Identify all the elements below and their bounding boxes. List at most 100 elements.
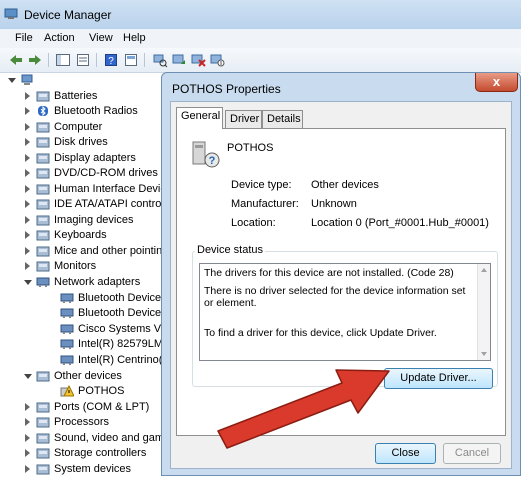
tree-item-label: Bluetooth Device ( (78, 307, 168, 319)
hid-icon (36, 184, 50, 195)
camera-icon (36, 215, 50, 226)
help-icon[interactable]: ? (103, 52, 119, 68)
menu-bar: File Action View Help (0, 29, 521, 49)
scroll-down-icon[interactable] (481, 352, 487, 356)
menu-file[interactable]: File (15, 32, 33, 44)
location-value: Location 0 (Port_#0001.Hub_#0001) (311, 217, 489, 229)
collapse-arrow-icon[interactable] (24, 374, 32, 379)
show-hide-tree-icon[interactable] (55, 52, 71, 68)
expand-arrow-icon[interactable] (25, 154, 30, 162)
dialog-body: General Driver Details ? POTHOS Device t… (170, 101, 512, 469)
status-line-1: The drivers for this device are not inst… (204, 267, 454, 279)
expand-arrow-icon[interactable] (25, 434, 30, 442)
system-devices-icon (36, 464, 50, 475)
ide-controller-icon (36, 199, 50, 210)
device-type-label: Device type: (231, 179, 292, 191)
expand-arrow-icon[interactable] (25, 231, 30, 239)
toolbar-separator (48, 53, 49, 67)
expand-arrow-icon[interactable] (25, 216, 30, 224)
unknown-device-icon: ? (192, 141, 220, 168)
tree-item-label: Imaging devices (54, 214, 134, 226)
bluetooth-icon (38, 105, 48, 117)
properties-icon[interactable] (123, 52, 139, 68)
tree-item-label: Network adapters (54, 276, 141, 288)
tab-details[interactable]: Details (262, 110, 303, 128)
expand-arrow-icon[interactable] (25, 403, 30, 411)
general-tab-panel: ? POTHOS Device type: Other devices Manu… (176, 128, 506, 436)
port-icon (36, 402, 50, 413)
expand-arrow-icon[interactable] (25, 107, 30, 115)
display-adapter-icon (36, 153, 50, 164)
svg-text:?: ? (108, 56, 114, 67)
keyboard-icon (36, 230, 50, 241)
tree-item-label: Other devices (54, 370, 122, 382)
back-arrow-icon[interactable] (8, 52, 24, 68)
computer-icon (21, 74, 33, 85)
expand-arrow-icon[interactable] (25, 465, 30, 473)
storage-icon (36, 448, 50, 459)
status-line-2: There is no driver selected for the devi… (204, 285, 466, 309)
monitor-icon (36, 261, 50, 272)
status-scrollbar[interactable] (477, 264, 490, 360)
expand-arrow-icon[interactable] (25, 92, 30, 100)
network-adapter-icon (36, 277, 50, 287)
tree-item-label: Display adapters (54, 152, 136, 164)
tab-driver[interactable]: Driver (225, 110, 262, 128)
network-adapter-icon (60, 293, 74, 303)
update-driver-button[interactable]: Update Driver... (384, 368, 493, 389)
tree-item-label: Mice and other pointin (54, 245, 163, 257)
mouse-icon (36, 246, 50, 257)
expand-arrow-icon[interactable] (25, 123, 30, 131)
tree-item-label: Bluetooth Device ( (78, 292, 168, 304)
window-title: Device Manager (24, 8, 112, 22)
tree-item-label: Human Interface Devic (54, 183, 166, 195)
toolbar-separator (96, 53, 97, 67)
expand-arrow-icon[interactable] (25, 169, 30, 177)
tab-general[interactable]: General (176, 107, 223, 129)
expand-arrow-icon[interactable] (25, 200, 30, 208)
expand-arrow-icon[interactable] (25, 185, 30, 193)
close-button[interactable]: Close (375, 443, 436, 464)
tree-item-label: Bluetooth Radios (54, 105, 138, 117)
device-status-text: The drivers for this device are not inst… (204, 267, 474, 339)
uninstall-icon[interactable] (190, 52, 206, 68)
device-tree[interactable]: Batteries Bluetooth Radios Computer Disk dr… (0, 73, 176, 476)
expand-arrow-icon[interactable] (25, 138, 30, 146)
tree-item-label: Disk drives (54, 136, 108, 148)
tree-item-label: DVD/CD-ROM drives (54, 167, 158, 179)
disable-device-icon[interactable] (209, 52, 225, 68)
network-adapter-icon (60, 324, 74, 334)
title-bar: Device Manager (0, 0, 521, 30)
forward-arrow-icon[interactable] (27, 52, 43, 68)
update-driver-icon[interactable] (171, 52, 187, 68)
expand-arrow-icon[interactable] (25, 247, 30, 255)
expand-arrow-icon[interactable] (25, 449, 30, 457)
tree-item-label: Computer (54, 121, 103, 133)
menu-view[interactable]: View (89, 32, 113, 44)
expand-arrow-icon[interactable] (25, 262, 30, 270)
properties-view-icon[interactable] (75, 52, 91, 68)
toolbar-separator (144, 53, 145, 67)
scan-hardware-icon[interactable] (152, 52, 168, 68)
menu-help[interactable]: Help (123, 32, 146, 44)
manufacturer-value: Unknown (311, 198, 357, 210)
cancel-button[interactable]: Cancel (443, 443, 501, 464)
location-label: Location: (231, 217, 276, 229)
tree-item-label: Keyboards (54, 229, 107, 241)
dialog-close-button[interactable]: x (475, 73, 518, 92)
collapse-arrow-icon[interactable] (24, 280, 32, 285)
network-adapter-icon (60, 339, 74, 349)
collapse-arrow-icon[interactable] (8, 78, 16, 83)
device-status-textbox[interactable]: The drivers for this device are not inst… (199, 263, 491, 361)
network-adapter-icon (60, 355, 74, 365)
svg-text:?: ? (209, 155, 216, 167)
expand-arrow-icon[interactable] (25, 418, 30, 426)
dialog-title: POTHOS Properties (172, 82, 281, 96)
status-line-3: To find a driver for this device, click … (204, 327, 437, 339)
tree-item-label: IDE ATA/ATAPI contro (54, 198, 162, 210)
menu-action[interactable]: Action (44, 32, 75, 44)
tree-item-label: POTHOS (78, 385, 125, 397)
toolbar: ? (0, 48, 521, 73)
scroll-up-icon[interactable] (481, 268, 487, 272)
device-name: POTHOS (227, 142, 274, 154)
